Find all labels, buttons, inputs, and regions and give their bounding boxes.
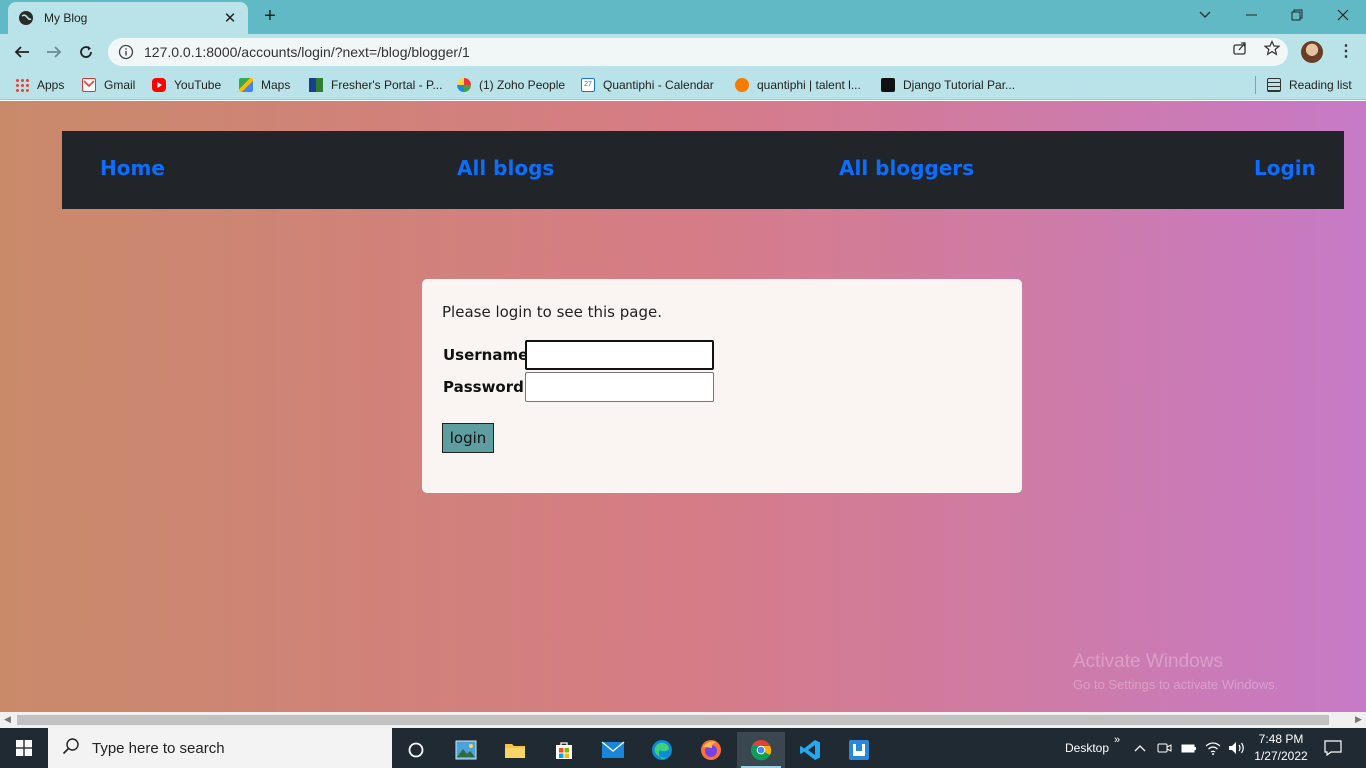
battery-icon[interactable] [1181, 728, 1197, 768]
file-explorer-icon[interactable] [491, 732, 539, 768]
cortana-icon[interactable] [392, 732, 440, 768]
bookmark-label: quantiphi | talent l... [757, 78, 861, 92]
volume-icon[interactable] [1228, 728, 1246, 768]
show-hidden-icons-chevron[interactable] [1134, 728, 1146, 768]
browser-toolbar: 127.0.0.1:8000/accounts/login/?next=/blo… [0, 34, 1366, 70]
reload-icon[interactable] [74, 40, 98, 64]
nav-all-bloggers-link[interactable]: All bloggers [839, 156, 974, 180]
notification-center-icon[interactable] [1324, 728, 1342, 768]
nav-all-blogs-link[interactable]: All blogs [457, 156, 554, 180]
snipping-tool-icon[interactable] [835, 732, 883, 768]
browser-menu-icon[interactable]: ⋮ [1338, 43, 1354, 61]
reading-list-button[interactable]: Reading list [1267, 76, 1352, 94]
back-arrow-icon[interactable] [10, 40, 34, 64]
page-viewport: Home All blogs All bloggers Login Please… [0, 101, 1366, 712]
bookmarks-bar: Apps Gmail YouTube Maps Fresher's Portal… [0, 70, 1366, 100]
apps-grid-icon [15, 78, 29, 92]
browser-tab-strip: My Blog ✕ + [0, 0, 1366, 34]
photos-app-icon[interactable] [442, 732, 490, 768]
toolbar-overflow-icon[interactable]: » [1114, 720, 1120, 760]
calendar-icon: 27 [581, 78, 595, 92]
activate-windows-watermark: Activate Windows [1073, 651, 1223, 672]
scroll-left-icon[interactable]: ◀ [4, 714, 11, 725]
bookmark-star-icon[interactable] [1263, 40, 1281, 56]
share-icon[interactable] [1232, 40, 1248, 56]
password-input[interactable] [525, 372, 714, 402]
nav-login-link[interactable]: Login [1254, 156, 1316, 180]
bookmark-label: Gmail [104, 78, 136, 92]
clock-date: 1/27/2022 [1254, 749, 1308, 763]
zoho-icon [457, 78, 471, 92]
window-close-icon[interactable] [1320, 0, 1366, 30]
taskbar-search-box[interactable]: Type here to search [48, 728, 392, 768]
edge-browser-icon[interactable] [638, 732, 686, 768]
bookmark-apps[interactable]: Apps [15, 76, 64, 94]
minimize-icon[interactable] [1228, 0, 1274, 30]
bookmark-label: YouTube [174, 78, 222, 92]
clock-time: 7:48 PM [1258, 732, 1304, 746]
browser-tab[interactable]: My Blog ✕ [8, 2, 248, 34]
bookmark-label: (1) Zoho People [479, 78, 566, 92]
username-input[interactable] [525, 340, 714, 370]
taskbar-search-placeholder: Type here to search [92, 739, 225, 757]
tab-close-icon[interactable]: ✕ [222, 9, 238, 27]
site-info-icon[interactable] [118, 44, 134, 60]
horizontal-scrollbar[interactable]: ◀ ▶ [0, 712, 1366, 728]
address-bar[interactable]: 127.0.0.1:8000/accounts/login/?next=/blo… [108, 38, 1288, 66]
chrome-icon[interactable] [737, 732, 785, 768]
profile-avatar[interactable] [1301, 41, 1323, 63]
nav-home-link[interactable]: Home [100, 156, 165, 180]
maps-icon [239, 78, 253, 92]
firefox-icon[interactable] [687, 732, 735, 768]
scroll-right-icon[interactable]: ▶ [1355, 714, 1362, 725]
reading-list-icon [1267, 78, 1281, 92]
globe-icon [18, 10, 34, 26]
bookmark-youtube[interactable]: YouTube [152, 76, 221, 94]
windows-start-icon[interactable] [0, 728, 48, 768]
username-label: Username: [443, 346, 535, 364]
activate-windows-hint: Go to Settings to activate Windows. [1073, 677, 1279, 692]
django-icon [881, 78, 895, 92]
portal-icon [309, 78, 323, 92]
password-label: Password: [443, 378, 530, 396]
restore-icon[interactable] [1274, 0, 1320, 30]
bookmark-label: Apps [37, 78, 65, 92]
tab-search-chevron-icon[interactable] [1182, 0, 1228, 30]
address-url: 127.0.0.1:8000/accounts/login/?next=/blo… [144, 44, 470, 60]
search-icon [62, 737, 80, 760]
youtube-icon [152, 78, 166, 92]
bookmark-label: Django Tutorial Par... [903, 78, 1016, 92]
gmail-icon [82, 78, 96, 92]
new-tab-icon[interactable]: + [260, 6, 280, 26]
microsoft-store-icon[interactable] [540, 732, 588, 768]
tab-title: My Blog [44, 11, 88, 25]
wifi-icon[interactable] [1205, 728, 1221, 768]
bookmark-maps[interactable]: Maps [239, 76, 290, 94]
bookmark-label: Fresher's Portal - P... [331, 78, 443, 92]
desktop-toolbar-label[interactable]: Desktop [1065, 728, 1109, 768]
bookmark-quantiphi-talent[interactable]: quantiphi | talent l... [735, 76, 861, 94]
mail-icon[interactable] [589, 732, 637, 768]
login-card: Please login to see this page. Username:… [422, 279, 1022, 493]
forward-arrow-icon[interactable] [42, 40, 66, 64]
bookmark-zoho-people[interactable]: (1) Zoho People [457, 76, 565, 94]
bookmark-freshers-portal[interactable]: Fresher's Portal - P... [309, 76, 442, 94]
talent-icon [735, 78, 749, 92]
bookmark-gmail[interactable]: Gmail [82, 76, 135, 94]
reading-list-label: Reading list [1289, 78, 1352, 92]
meet-now-icon[interactable] [1157, 728, 1173, 768]
bookmark-django-tutorial[interactable]: Django Tutorial Par... [881, 76, 1015, 94]
site-navbar: Home All blogs All bloggers Login [62, 131, 1344, 209]
bookmark-quantiphi-calendar[interactable]: 27 Quantiphi - Calendar [581, 76, 714, 94]
login-message: Please login to see this page. [442, 303, 662, 321]
taskbar-clock[interactable]: 7:48 PM 1/27/2022 [1250, 731, 1312, 765]
scrollbar-thumb[interactable] [17, 715, 1329, 725]
bookmark-label: Quantiphi - Calendar [603, 78, 714, 92]
bookmark-label: Maps [261, 78, 291, 92]
login-submit-button[interactable]: login [442, 423, 494, 453]
bookmarks-divider [1255, 76, 1256, 94]
vscode-icon[interactable] [786, 732, 834, 768]
windows-taskbar: Type here to search Desktop » 7:48 PM 1/… [0, 728, 1366, 768]
